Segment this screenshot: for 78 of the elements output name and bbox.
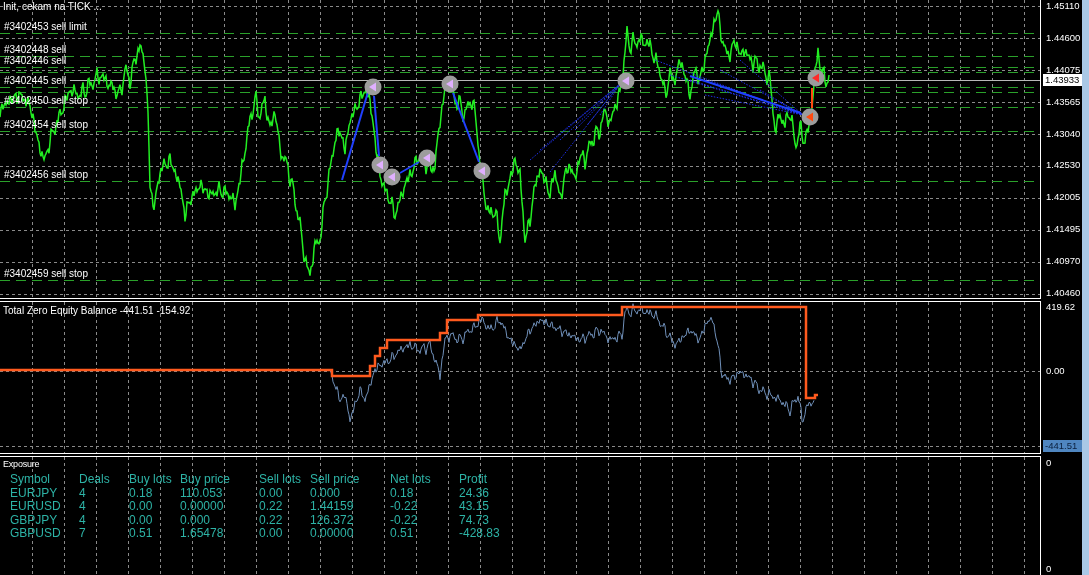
price-axis-label: 1.44075 <box>1046 63 1082 76</box>
table-cell: 0.00 <box>259 486 283 500</box>
current-price-label: 1.43933 <box>1043 74 1082 86</box>
order-label: #3402446 sell <box>4 55 67 66</box>
column-header: Buy lots <box>129 473 172 487</box>
table-cell: GBPUSD <box>10 527 61 541</box>
trade-marker-icon <box>617 72 635 90</box>
pane-title: Exposure <box>3 458 40 470</box>
table-cell: EURUSD <box>10 500 61 514</box>
column-header: Sell lots <box>259 473 302 487</box>
table-cell: 0.000 <box>180 513 211 527</box>
table-cell: -0.22 <box>390 500 418 514</box>
status-text: Init, cekam na TICK ... <box>3 1 102 12</box>
table-cell: 0.00 <box>129 513 153 527</box>
table-cell: 0.51 <box>129 527 153 541</box>
price-axis-label: 1.44600 <box>1046 31 1082 44</box>
column-header: Symbol <box>10 473 50 487</box>
table-cell: 0.00 <box>259 527 283 541</box>
table-cell: 0.00000 <box>310 527 354 541</box>
indicator-axis-label: 419.62 <box>1046 301 1076 313</box>
trade-line <box>399 161 420 174</box>
column-header: Buy price <box>180 473 231 487</box>
table-cell: -0.22 <box>390 513 418 527</box>
price-axis-label: 1.41495 <box>1046 223 1082 236</box>
order-label: #3402459 sell stop <box>4 268 88 279</box>
trade-marker-icon <box>801 108 819 126</box>
trade-marker-icon <box>371 156 389 174</box>
table-cell: 0.000 <box>310 486 341 500</box>
order-label: #3402448 sell <box>4 44 67 55</box>
trade-marker-icon <box>364 78 382 96</box>
table-cell: 4 <box>79 500 86 514</box>
trade-line <box>373 95 380 157</box>
table-cell: 0.51 <box>390 527 414 541</box>
table-cell: 4 <box>79 486 86 500</box>
trade-marker-icon <box>473 162 491 180</box>
table-cell: -428.83 <box>459 527 500 541</box>
trade-marker-icon <box>383 168 401 186</box>
table-cell: GBPJPY <box>10 513 58 527</box>
price-axis-label: 1.40970 <box>1046 255 1082 267</box>
table-cell: 126.372 <box>310 513 354 527</box>
table-cell: 74.73 <box>459 513 490 527</box>
trade-line <box>811 87 813 109</box>
indicator-title: Total Zero Equity Balance -441.51 -154.92 <box>3 305 191 316</box>
column-header: Deals <box>79 473 110 487</box>
price-axis-label: 1.42530 <box>1046 159 1082 172</box>
table-cell: 1.65478 <box>180 527 224 541</box>
table-cell: 1.44159 <box>310 500 354 514</box>
order-label: #3402456 sell stop <box>4 169 88 180</box>
trade-marker-icon <box>441 75 459 93</box>
price-axis-label: 1.45110 <box>1046 0 1081 12</box>
trade-marker-icon <box>807 69 825 87</box>
order-label: #3402453 sell limit <box>4 21 87 32</box>
current-value-label: -441.51 <box>1043 440 1082 452</box>
table-cell: 0.22 <box>259 500 283 514</box>
exposure-axis-label: 0 <box>1046 457 1053 469</box>
price-axis-label: 1.40460 <box>1046 286 1082 299</box>
price-axis-label: 1.43565 <box>1046 95 1082 108</box>
table-cell: 0.22 <box>259 513 283 527</box>
column-header: Sell price <box>310 473 360 487</box>
table-cell: 24.36 <box>459 486 490 500</box>
column-header: Profit <box>459 473 487 487</box>
column-header: Net lots <box>390 473 431 487</box>
table-cell: 7 <box>79 527 86 541</box>
order-label: #3402445 sell <box>4 75 67 86</box>
indicator-axis-label: 0.00 <box>1046 365 1065 377</box>
exposure-axis-label: 0 <box>1046 563 1053 575</box>
table-cell: 4 <box>79 513 86 527</box>
table-cell: 43.15 <box>459 500 490 514</box>
table-cell: 0.18 <box>390 486 414 500</box>
table-cell: 0.00 <box>129 500 153 514</box>
trade-line <box>452 92 480 163</box>
price-axis-label: 1.43040 <box>1046 127 1082 140</box>
table-cell: 110.053 <box>180 486 223 500</box>
trade-marker-icon <box>418 149 436 167</box>
price-axis-label: 1.42005 <box>1046 191 1082 204</box>
table-cell: 0.18 <box>129 486 153 500</box>
table-cell: EURJPY <box>10 486 58 500</box>
table-cell: 0.00000 <box>180 500 224 514</box>
